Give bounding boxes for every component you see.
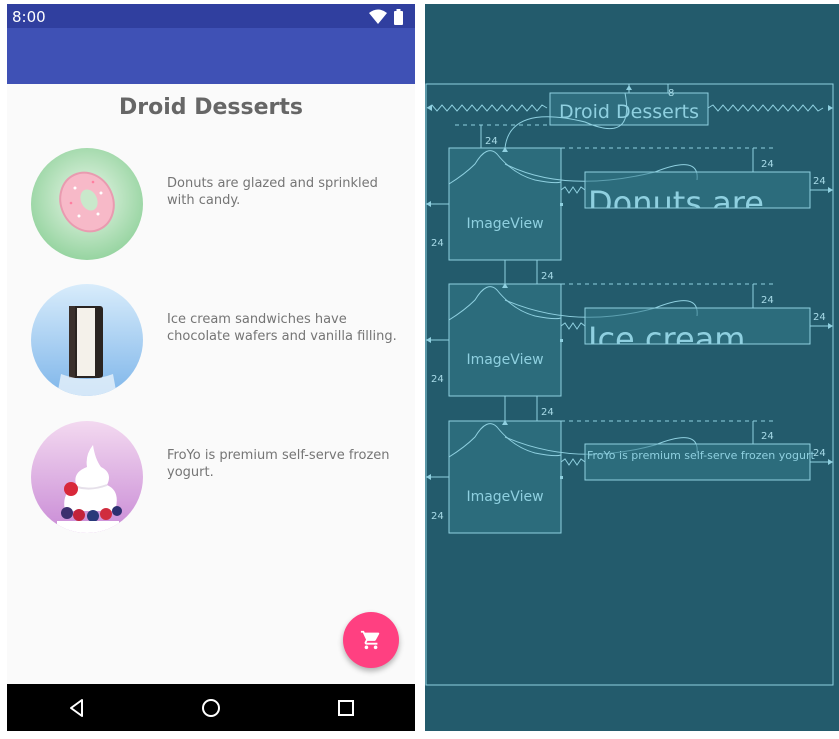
blueprint-title-label: Droid Desserts (559, 101, 699, 123)
margin-label-text3-right: 24 (813, 448, 826, 459)
margin-label-title-top: 8 (668, 88, 674, 99)
blueprint-canvas: Droid Desserts ImageView ImageView Image… (425, 83, 834, 686)
recents-button[interactable] (332, 694, 360, 722)
margin-label-image3-left: 24 (431, 511, 444, 522)
battery-icon (394, 11, 403, 25)
wifi-icon (369, 9, 387, 24)
shopping-cart-icon (360, 630, 380, 650)
status-bar: 8:00 (7, 4, 415, 28)
margin-label-text1-top: 24 (761, 159, 774, 170)
margin-label-text2-top: 24 (761, 295, 774, 306)
donut-description: Donuts are glazed and sprinkled with can… (167, 176, 378, 208)
back-button[interactable] (63, 694, 91, 722)
margin-label-image2-top: 24 (541, 271, 554, 282)
app-bar (7, 28, 415, 84)
status-time: 8:00 (12, 8, 46, 26)
textview-label-1: Donuts are (588, 184, 764, 222)
ice-cream-sandwich-image[interactable] (31, 284, 143, 396)
margin-label-text1-right: 24 (813, 176, 826, 187)
imageview-label-3: ImageView (466, 489, 543, 505)
margin-label-image2-left: 24 (431, 374, 444, 385)
imageview-label-1: ImageView (466, 216, 543, 232)
blueprint-view: Droid Desserts ImageView ImageView Image… (425, 4, 839, 731)
imageview-box-1[interactable] (448, 147, 562, 261)
margin-label-image3-top: 24 (541, 407, 554, 418)
textview-label-3: FroYo is premium self-serve frozen yogur… (587, 449, 815, 462)
home-icon (202, 699, 220, 717)
froyo-description: FroYo is premium self-serve frozen yogur… (167, 448, 390, 480)
margin-label-text2-right: 24 (813, 312, 826, 323)
design-preview: 8:00 Droid Desserts Donuts are glazed an… (7, 4, 415, 731)
margin-label-image1-top: 24 (485, 136, 498, 147)
ice-cream-sandwich-description: Ice cream sandwiches have chocolate wafe… (167, 312, 397, 344)
cart-fab-button[interactable] (343, 612, 399, 668)
imageview-label-2: ImageView (466, 352, 543, 368)
back-icon (70, 699, 83, 717)
imageview-box-3[interactable] (448, 420, 562, 534)
recents-icon (338, 700, 354, 716)
navigation-bar (7, 684, 415, 731)
margin-label-image1-left: 24 (431, 238, 444, 249)
imageview-box-2[interactable] (448, 283, 562, 397)
margin-label-text3-top: 24 (761, 431, 774, 442)
page-title: Droid Desserts (119, 95, 303, 120)
froyo-image[interactable] (31, 421, 143, 533)
status-icons (369, 9, 403, 25)
textview-label-2: Ice cream (588, 320, 745, 358)
home-button[interactable] (197, 694, 225, 722)
donut-image[interactable] (31, 148, 143, 260)
